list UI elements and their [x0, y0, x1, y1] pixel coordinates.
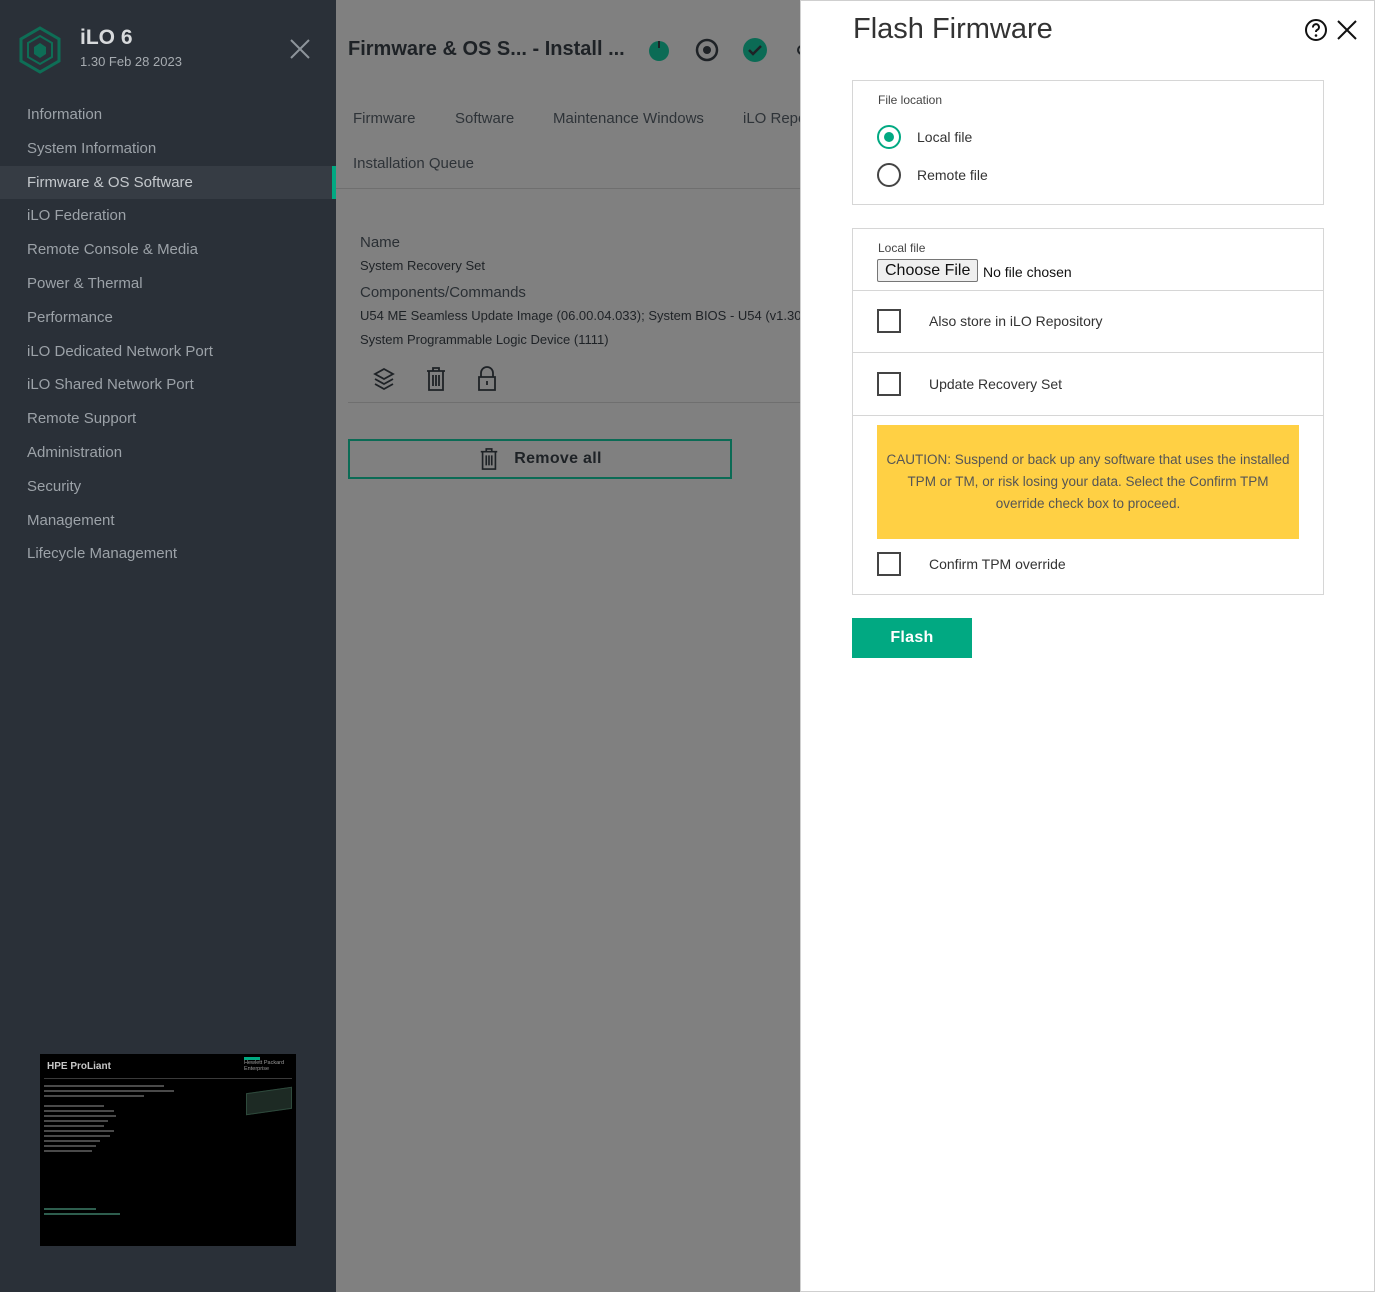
components-value: U54 ME Seamless Update Image (06.00.04.0…: [360, 308, 800, 323]
choose-file-button[interactable]: Choose File: [877, 259, 979, 282]
remove-all-button[interactable]: Remove all: [348, 439, 732, 479]
thumbnail-text-line: [44, 1090, 174, 1092]
close-sidebar-icon[interactable]: [288, 37, 312, 61]
tab-divider: [336, 188, 800, 189]
thumbnail-brand-line2: Enterprise: [244, 1066, 270, 1072]
remove-all-label: Remove all: [514, 450, 602, 467]
thumbnail-text-line: [44, 1145, 96, 1147]
sidebar: iLO 6 1.30 Feb 28 2023 Information Syste…: [0, 0, 336, 1292]
thumbnail-title: HPE ProLiant: [47, 1061, 111, 1072]
thumbnail-text-line: [44, 1150, 92, 1152]
sidebar-item-remote-support[interactable]: Remote Support: [0, 402, 336, 436]
remote-console-thumbnail[interactable]: HPE ProLiant Hewlett Packard Enterprise: [40, 1054, 296, 1246]
local-file-radio[interactable]: Local file: [877, 125, 972, 149]
local-file-radio-label: Local file: [917, 129, 973, 145]
checkbox-icon[interactable]: [877, 552, 901, 576]
flash-button[interactable]: Flash: [852, 618, 972, 658]
main-content: Firmware & OS S... - Install ... Firmwar…: [336, 0, 800, 1292]
sidebar-item-management[interactable]: Management: [0, 504, 336, 538]
name-label: Name: [360, 234, 401, 251]
sidebar-item-ilo-shared-network-port[interactable]: iLO Shared Network Port: [0, 368, 336, 402]
thumbnail-text-line: [44, 1140, 100, 1142]
local-file-group: Local file Choose File No file chosen Al…: [852, 228, 1324, 595]
update-recovery-set-checkbox[interactable]: Update Recovery Set: [877, 372, 1062, 396]
thumbnail-text-line: [44, 1115, 116, 1117]
sidebar-item-power-thermal[interactable]: Power & Thermal: [0, 267, 336, 301]
install-package-icon[interactable]: [372, 366, 396, 392]
row-divider: [853, 352, 1323, 353]
sidebar-item-ilo-federation[interactable]: iLO Federation: [0, 199, 336, 233]
delete-icon[interactable]: [424, 366, 448, 392]
row-divider: [348, 402, 800, 403]
file-location-group: File location Local file Remote file: [852, 80, 1324, 205]
thumbnail-text-line: [44, 1095, 144, 1097]
ilo-logo-icon: [19, 26, 61, 74]
local-file-label: Local file: [878, 241, 926, 255]
health-ok-icon[interactable]: [743, 38, 767, 62]
update-recovery-set-label: Update Recovery Set: [929, 376, 1063, 392]
thumbnail-text-line: [44, 1213, 120, 1215]
checkbox-icon[interactable]: [877, 372, 901, 396]
name-value: System Recovery Set: [360, 258, 485, 273]
thumbnail-text-line: [44, 1208, 96, 1210]
help-icon[interactable]: [1304, 18, 1328, 42]
trash-icon: [481, 448, 498, 470]
radio-unchecked-icon[interactable]: [877, 163, 901, 187]
file-status: No file chosen: [983, 264, 1072, 280]
power-icon[interactable]: [647, 38, 671, 62]
checkbox-icon[interactable]: [877, 309, 901, 333]
thumbnail-text-line: [44, 1130, 114, 1132]
sidebar-item-remote-console-media[interactable]: Remote Console & Media: [0, 233, 336, 267]
sidebar-item-administration[interactable]: Administration: [0, 436, 336, 470]
sidebar-item-system-information[interactable]: System Information: [0, 132, 336, 166]
file-location-label: File location: [878, 93, 943, 107]
confirm-tpm-label: Confirm TPM override: [929, 556, 1066, 572]
tab-maintenance-windows[interactable]: Maintenance Windows: [553, 110, 704, 127]
tab-firmware[interactable]: Firmware: [353, 110, 416, 127]
thumbnail-brand: Hewlett Packard Enterprise: [244, 1060, 284, 1072]
sidebar-item-information[interactable]: Information: [0, 98, 336, 132]
flash-firmware-panel: Flash Firmware File location Local file …: [800, 0, 1375, 1292]
thumbnail-text-line: [44, 1085, 164, 1087]
server-image-icon: [246, 1086, 292, 1116]
brand-version: 1.30 Feb 28 2023: [80, 54, 182, 69]
tab-ilo-repository[interactable]: iLO Repository: [743, 110, 800, 127]
row-divider: [853, 290, 1323, 291]
thumbnail-text-line: [44, 1135, 110, 1137]
close-icon[interactable]: [1335, 18, 1359, 42]
sidebar-item-performance[interactable]: Performance: [0, 301, 336, 335]
remote-file-radio-label: Remote file: [917, 167, 988, 183]
remote-file-radio[interactable]: Remote file: [877, 163, 988, 187]
sidebar-item-ilo-dedicated-network-port[interactable]: iLO Dedicated Network Port: [0, 335, 336, 369]
panel-title: Flash Firmware: [853, 13, 1053, 45]
thumbnail-text-line: [44, 1120, 108, 1122]
row-divider: [853, 415, 1323, 416]
lock-icon[interactable]: [475, 366, 499, 392]
radio-checked-icon[interactable]: [877, 125, 901, 149]
settings-icon[interactable]: [790, 38, 800, 62]
thumbnail-divider: [44, 1078, 292, 1079]
uid-indicator-icon[interactable]: [695, 38, 719, 62]
components-value: System Programmable Logic Device (1111): [360, 332, 609, 347]
brand-title: iLO 6: [80, 26, 133, 49]
also-store-checkbox[interactable]: Also store in iLO Repository: [877, 309, 1103, 333]
page-title: Firmware & OS S... - Install ...: [348, 38, 625, 60]
thumbnail-text-line: [44, 1105, 104, 1107]
sidebar-item-security[interactable]: Security: [0, 470, 336, 504]
sidebar-item-lifecycle-management[interactable]: Lifecycle Management: [0, 537, 336, 571]
caution-banner: CAUTION: Suspend or back up any software…: [877, 425, 1299, 539]
tab-installation-queue[interactable]: Installation Queue: [353, 155, 474, 172]
confirm-tpm-checkbox[interactable]: Confirm TPM override: [877, 552, 1066, 576]
thumbnail-text-line: [44, 1110, 114, 1112]
tab-software[interactable]: Software: [455, 110, 514, 127]
sidebar-nav: Information System Information Firmware …: [0, 98, 336, 571]
components-label: Components/Commands: [360, 284, 526, 301]
thumbnail-text-line: [44, 1125, 104, 1127]
sidebar-item-firmware-os-software[interactable]: Firmware & OS Software: [0, 165, 336, 200]
also-store-label: Also store in iLO Repository: [929, 313, 1103, 329]
